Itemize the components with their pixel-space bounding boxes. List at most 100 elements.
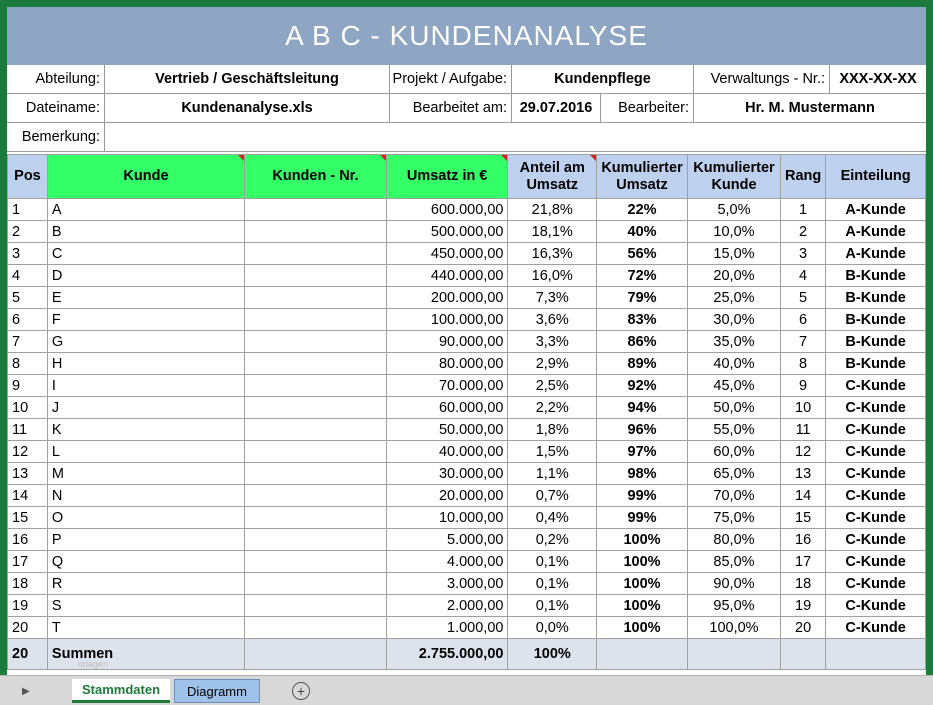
cell-pos[interactable]: 1: [7, 198, 48, 221]
cell-pos[interactable]: 7: [7, 330, 48, 353]
cell-anteil[interactable]: 0,7%: [507, 484, 598, 507]
tab-diagramm[interactable]: Diagramm: [174, 679, 260, 703]
cell-kum-kunde[interactable]: 35,0%: [687, 330, 781, 353]
cell-kunde[interactable]: H: [46, 352, 246, 375]
cell-kum-umsatz[interactable]: 100%: [596, 572, 689, 595]
cell-kum-umsatz[interactable]: 22%: [596, 198, 689, 221]
cell-kum-kunde[interactable]: 15,0%: [687, 242, 781, 265]
cell-pos[interactable]: 6: [7, 308, 48, 331]
cell-kum-umsatz[interactable]: 92%: [596, 374, 689, 397]
cell-kunden-nr[interactable]: [244, 330, 387, 353]
cell-kunden-nr[interactable]: [244, 242, 387, 265]
cell-kunden-nr[interactable]: [244, 616, 387, 639]
header-rang[interactable]: Rang: [779, 154, 827, 199]
bearbeiter-value[interactable]: Hr. M. Mustermann: [694, 94, 926, 122]
cell-anteil[interactable]: 0,2%: [507, 528, 598, 551]
cell-rang[interactable]: 13: [779, 462, 827, 485]
cell-rang[interactable]: 7: [779, 330, 827, 353]
cell-pos[interactable]: 8: [7, 352, 48, 375]
cell-kunden-nr[interactable]: [244, 572, 387, 595]
summary-einteilung[interactable]: [825, 638, 926, 670]
cell-einteilung[interactable]: C-Kunde: [825, 550, 926, 573]
cell-pos[interactable]: 14: [7, 484, 48, 507]
cell-anteil[interactable]: 0,1%: [507, 572, 598, 595]
cell-anteil[interactable]: 0,1%: [507, 594, 598, 617]
cell-pos[interactable]: 19: [7, 594, 48, 617]
summary-kum-kunde[interactable]: [687, 638, 781, 670]
summary-pos[interactable]: 20: [7, 638, 48, 670]
cell-kum-kunde[interactable]: 45,0%: [687, 374, 781, 397]
cell-anteil[interactable]: 21,8%: [507, 198, 598, 221]
cell-anteil[interactable]: 16,0%: [507, 264, 598, 287]
cell-kunde[interactable]: A: [46, 198, 246, 221]
cell-rang[interactable]: 10: [779, 396, 827, 419]
cell-kum-umsatz[interactable]: 72%: [596, 264, 689, 287]
cell-kum-kunde[interactable]: 75,0%: [687, 506, 781, 529]
cell-kum-kunde[interactable]: 80,0%: [687, 528, 781, 551]
cell-kum-kunde[interactable]: 90,0%: [687, 572, 781, 595]
cell-rang[interactable]: 18: [779, 572, 827, 595]
cell-umsatz[interactable]: 90.000,00: [385, 330, 509, 353]
cell-anteil[interactable]: 1,5%: [507, 440, 598, 463]
cell-kunde[interactable]: K: [46, 418, 246, 441]
cell-kunde[interactable]: O: [46, 506, 246, 529]
cell-kum-kunde[interactable]: 85,0%: [687, 550, 781, 573]
cell-einteilung[interactable]: C-Kunde: [825, 396, 926, 419]
cell-einteilung[interactable]: C-Kunde: [825, 528, 926, 551]
cell-rang[interactable]: 1: [779, 198, 827, 221]
cell-pos[interactable]: 4: [7, 264, 48, 287]
cell-einteilung[interactable]: A-Kunde: [825, 242, 926, 265]
cell-kum-kunde[interactable]: 55,0%: [687, 418, 781, 441]
cell-umsatz[interactable]: 5.000,00: [385, 528, 509, 551]
cell-kunde[interactable]: C: [46, 242, 246, 265]
cell-anteil[interactable]: 1,1%: [507, 462, 598, 485]
cell-kunde[interactable]: E: [46, 286, 246, 309]
cell-rang[interactable]: 19: [779, 594, 827, 617]
cell-kum-kunde[interactable]: 5,0%: [687, 198, 781, 221]
header-umsatz[interactable]: Umsatz in €: [385, 154, 509, 199]
header-kum-umsatz[interactable]: Kumulierter Umsatz: [596, 154, 689, 199]
cell-kunde[interactable]: S: [46, 594, 246, 617]
cell-pos[interactable]: 9: [7, 374, 48, 397]
cell-kunden-nr[interactable]: [244, 198, 387, 221]
header-kunden-nr[interactable]: Kunden - Nr.: [244, 154, 387, 199]
cell-rang[interactable]: 3: [779, 242, 827, 265]
cell-rang[interactable]: 4: [779, 264, 827, 287]
summary-umsatz[interactable]: 2.755.000,00: [385, 638, 509, 670]
cell-umsatz[interactable]: 2.000,00: [385, 594, 509, 617]
summary-label-cell[interactable]: Summen orlagen: [46, 638, 246, 670]
cell-kunden-nr[interactable]: [244, 374, 387, 397]
cell-rang[interactable]: 14: [779, 484, 827, 507]
cell-pos[interactable]: 16: [7, 528, 48, 551]
cell-kunde[interactable]: Q: [46, 550, 246, 573]
cell-pos[interactable]: 3: [7, 242, 48, 265]
cell-kunden-nr[interactable]: [244, 286, 387, 309]
cell-kum-umsatz[interactable]: 89%: [596, 352, 689, 375]
cell-umsatz[interactable]: 40.000,00: [385, 440, 509, 463]
cell-kum-umsatz[interactable]: 97%: [596, 440, 689, 463]
cell-kum-umsatz[interactable]: 79%: [596, 286, 689, 309]
cell-umsatz[interactable]: 600.000,00: [385, 198, 509, 221]
cell-einteilung[interactable]: B-Kunde: [825, 264, 926, 287]
cell-kunden-nr[interactable]: [244, 594, 387, 617]
cell-kum-kunde[interactable]: 50,0%: [687, 396, 781, 419]
cell-rang[interactable]: 15: [779, 506, 827, 529]
dateiname-value[interactable]: Kundenanalyse.xls: [105, 94, 390, 122]
cell-pos[interactable]: 18: [7, 572, 48, 595]
cell-kunde[interactable]: D: [46, 264, 246, 287]
cell-anteil[interactable]: 2,5%: [507, 374, 598, 397]
cell-pos[interactable]: 10: [7, 396, 48, 419]
cell-anteil[interactable]: 1,8%: [507, 418, 598, 441]
cell-kunde[interactable]: P: [46, 528, 246, 551]
cell-anteil[interactable]: 3,3%: [507, 330, 598, 353]
cell-anteil[interactable]: 16,3%: [507, 242, 598, 265]
cell-anteil[interactable]: 0,4%: [507, 506, 598, 529]
header-kum-kunde[interactable]: Kumulierter Kunde: [687, 154, 781, 199]
cell-anteil[interactable]: 0,1%: [507, 550, 598, 573]
cell-einteilung[interactable]: C-Kunde: [825, 440, 926, 463]
cell-kunde[interactable]: G: [46, 330, 246, 353]
cell-kum-umsatz[interactable]: 99%: [596, 506, 689, 529]
plus-circle-icon[interactable]: +: [292, 682, 310, 700]
cell-umsatz[interactable]: 4.000,00: [385, 550, 509, 573]
cell-einteilung[interactable]: B-Kunde: [825, 308, 926, 331]
